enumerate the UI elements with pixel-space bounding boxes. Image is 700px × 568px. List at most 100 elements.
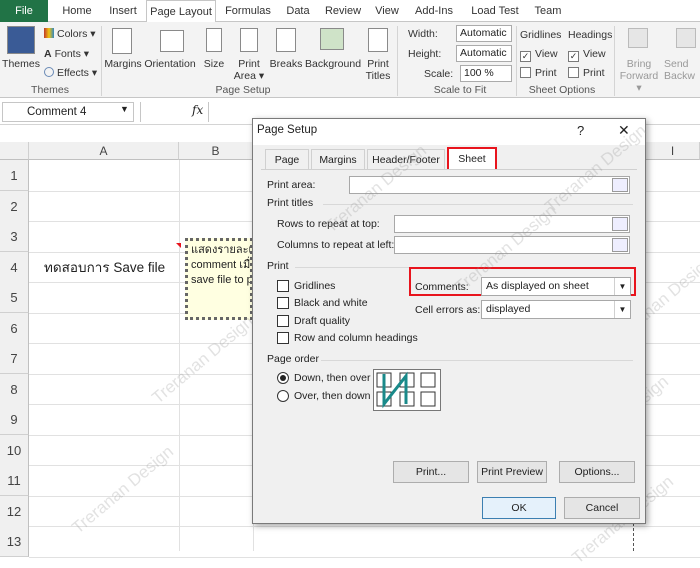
help-icon[interactable]: ?: [577, 123, 584, 138]
tab-formulas[interactable]: Formulas: [220, 0, 276, 22]
checkbox-empty-icon: [568, 67, 579, 78]
black-white-checkbox[interactable]: [277, 297, 289, 309]
tab-insert[interactable]: Insert: [102, 0, 144, 22]
print-preview-button[interactable]: Print Preview: [477, 461, 547, 483]
print-area-button[interactable]: Print Area ▾: [232, 58, 266, 82]
print-area-icon[interactable]: [240, 28, 258, 52]
rows-repeat-label: Rows to repeat at top:: [277, 218, 380, 230]
row-header[interactable]: 2: [0, 191, 29, 222]
themes-button[interactable]: Themes: [2, 58, 40, 70]
cancel-button[interactable]: Cancel: [564, 497, 640, 519]
select-all-corner[interactable]: [0, 142, 29, 160]
background-button[interactable]: Background: [305, 58, 361, 70]
radio-dot-icon: [280, 375, 286, 381]
send-backward-icon[interactable]: [676, 28, 696, 48]
tab-team[interactable]: Team: [530, 0, 566, 22]
margins-button[interactable]: Margins: [104, 58, 142, 70]
gridlines-view-checkbox[interactable]: ✓ View: [520, 48, 558, 62]
scale-input[interactable]: 100 %: [460, 65, 512, 82]
tab-header-footer[interactable]: Header/Footer: [367, 149, 445, 169]
themes-icon[interactable]: [7, 26, 35, 54]
fonts-button[interactable]: A Fonts ▾: [44, 48, 89, 60]
tab-data[interactable]: Data: [280, 0, 316, 22]
bring-label-2: Forward: [619, 70, 659, 82]
effects-button[interactable]: Effects ▾: [44, 67, 97, 79]
print-titles-button[interactable]: Print Titles: [362, 58, 394, 82]
ribbon-separator: [614, 26, 615, 96]
print-button[interactable]: Print...: [393, 461, 469, 483]
rows-repeat-input[interactable]: [394, 215, 630, 233]
background-icon[interactable]: [320, 28, 344, 50]
close-icon[interactable]: ✕: [618, 122, 630, 139]
row-header[interactable]: 9: [0, 404, 29, 435]
row-header[interactable]: 12: [0, 496, 29, 527]
row-header[interactable]: 13: [0, 526, 29, 557]
headings-print-label: Print: [583, 67, 605, 79]
tab-view[interactable]: View: [370, 0, 404, 22]
row-header[interactable]: 7: [0, 343, 29, 374]
row-header[interactable]: 3: [0, 221, 29, 252]
margins-icon[interactable]: [112, 28, 132, 54]
headings-print-checkbox[interactable]: Print: [568, 67, 605, 79]
tab-review[interactable]: Review: [322, 0, 364, 22]
row-col-headings-checkbox[interactable]: [277, 332, 289, 344]
print-area-input[interactable]: [349, 176, 630, 194]
size-button[interactable]: Size: [199, 58, 229, 70]
range-picker-icon[interactable]: [612, 238, 628, 252]
cell-errors-select[interactable]: displayed ▼: [481, 300, 631, 319]
headings-heading: Headings: [568, 29, 613, 41]
tab-file[interactable]: File: [0, 0, 48, 22]
bring-forward-button[interactable]: Bring Forward ▾: [617, 58, 661, 94]
page-order-preview-icon: [373, 369, 441, 411]
range-picker-icon[interactable]: [612, 217, 628, 231]
bring-forward-icon[interactable]: [628, 28, 648, 48]
name-box[interactable]: Comment 4: [2, 102, 134, 122]
over-then-down-radio[interactable]: [277, 390, 289, 402]
send-backward-button[interactable]: Send Backw: [664, 58, 700, 82]
row-header[interactable]: 6: [0, 313, 29, 344]
down-then-over-radio[interactable]: [277, 372, 289, 384]
tab-page-layout[interactable]: Page Layout: [146, 0, 216, 23]
size-icon[interactable]: [206, 28, 222, 52]
options-button[interactable]: Options...: [559, 461, 635, 483]
row-header[interactable]: 5: [0, 282, 29, 313]
width-select[interactable]: Automatic: [456, 25, 512, 42]
down-then-over-label: Down, then over: [294, 372, 371, 384]
tab-margins[interactable]: Margins: [311, 149, 365, 169]
gridlines-checkbox[interactable]: [277, 280, 289, 292]
breaks-button[interactable]: Breaks: [268, 58, 304, 70]
checkbox-empty-icon: [520, 67, 531, 78]
row-header[interactable]: 8: [0, 374, 29, 405]
breaks-icon[interactable]: [276, 28, 296, 52]
print-area-label-2: Area: [233, 70, 256, 82]
orientation-icon[interactable]: [160, 30, 184, 52]
print-titles-icon[interactable]: [368, 28, 388, 52]
height-select[interactable]: Automatic: [456, 45, 512, 62]
row-header[interactable]: 10: [0, 435, 29, 466]
tab-load-test[interactable]: Load Test: [464, 0, 526, 22]
ribbon-tab-bar: File Home Insert Page Layout Formulas Da…: [0, 0, 700, 23]
tab-home[interactable]: Home: [54, 0, 100, 22]
tab-sheet[interactable]: Sheet: [447, 147, 497, 170]
tab-page[interactable]: Page: [265, 149, 309, 169]
headings-view-checkbox[interactable]: ✓ View: [568, 48, 606, 62]
chevron-down-icon[interactable]: ▼: [120, 104, 129, 114]
orientation-button[interactable]: Orientation: [144, 58, 196, 70]
column-header-a[interactable]: A: [29, 142, 179, 160]
cols-repeat-input[interactable]: [394, 236, 630, 254]
column-header-i[interactable]: I: [646, 142, 700, 160]
comment-box[interactable]: แสดงรายละเอี comment เมื่ save file to p: [185, 238, 253, 320]
colors-button[interactable]: Colors ▾: [44, 28, 96, 40]
row-header[interactable]: 11: [0, 465, 29, 496]
ok-button[interactable]: OK: [482, 497, 556, 519]
cell-a4[interactable]: ทดสอบการ Save file: [44, 256, 165, 278]
draft-quality-checkbox[interactable]: [277, 315, 289, 327]
comments-select[interactable]: As displayed on sheet ▼: [481, 277, 631, 296]
tab-add-ins[interactable]: Add-Ins: [410, 0, 458, 22]
range-picker-icon[interactable]: [612, 178, 628, 192]
row-header[interactable]: 1: [0, 160, 29, 191]
column-header-b[interactable]: B: [179, 142, 253, 160]
row-header[interactable]: 4: [0, 252, 29, 283]
fx-icon[interactable]: fx: [192, 103, 203, 117]
gridlines-print-checkbox[interactable]: Print: [520, 67, 557, 79]
